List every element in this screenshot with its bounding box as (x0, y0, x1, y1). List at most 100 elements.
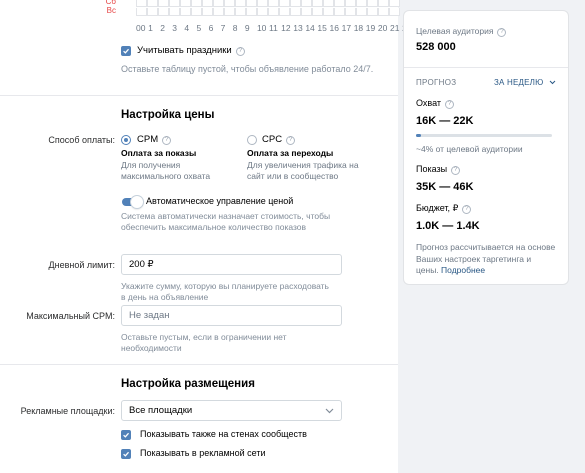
schedule-cell[interactable] (312, 8, 323, 16)
schedule-cell[interactable] (290, 8, 301, 16)
schedule-cell[interactable] (158, 0, 169, 7)
hour-label: 17 (341, 23, 352, 33)
schedule-cell[interactable] (235, 0, 246, 7)
schedule-cell[interactable] (257, 8, 268, 16)
schedule-cell[interactable] (356, 8, 367, 16)
schedule-hint: Оставьте таблицу пустой, чтобы объявлени… (121, 64, 374, 74)
audience-value: 528 000 (416, 41, 456, 53)
schedule-cell[interactable] (323, 8, 334, 16)
schedule-cell[interactable] (169, 8, 180, 16)
schedule-cell[interactable] (378, 8, 389, 16)
hour-label: 19 (365, 23, 376, 33)
schedule-cell[interactable] (334, 0, 345, 7)
schedule-cell[interactable] (224, 0, 235, 7)
schedule-cell[interactable] (301, 8, 312, 16)
more-link[interactable]: Подробнее (441, 265, 485, 275)
schedule-cell[interactable] (389, 0, 400, 7)
schedule-cell[interactable] (356, 0, 367, 7)
hour-label: 16 (329, 23, 339, 33)
schedule-cell[interactable] (290, 0, 301, 7)
schedule-cell[interactable] (169, 0, 180, 7)
reach-label: Охват? (416, 98, 455, 109)
daily-limit-label: Дневной лимит: (48, 260, 115, 270)
help-icon[interactable]: ? (462, 204, 472, 214)
schedule-cell[interactable] (202, 8, 213, 16)
period-select[interactable]: ЗА НЕДЕЛЮ (494, 78, 556, 87)
budget-value: 1.0K — 1.4K (416, 220, 480, 232)
divider (0, 364, 398, 365)
schedule-cell[interactable] (323, 0, 334, 7)
schedule-cell[interactable] (136, 0, 147, 7)
platforms-select[interactable]: Все площадки (121, 400, 342, 421)
schedule-cell[interactable] (345, 8, 356, 16)
schedule-cell[interactable] (312, 0, 323, 7)
schedule-cell[interactable] (147, 8, 158, 16)
schedule-cell[interactable] (246, 8, 257, 16)
hour-label: 00 (136, 23, 146, 33)
schedule-cell[interactable] (224, 8, 235, 16)
help-icon[interactable]: ? (445, 99, 455, 109)
help-icon[interactable]: ? (497, 27, 507, 37)
holidays-checkbox[interactable] (121, 46, 131, 56)
forecast-note: Прогноз рассчитывается на основе Ваших н… (416, 242, 556, 275)
schedule-row-sun[interactable] (136, 8, 400, 16)
reach-note: ~4% от целевой аудитории (416, 144, 523, 154)
schedule-cell[interactable] (279, 0, 290, 7)
schedule-cell[interactable] (246, 0, 257, 7)
schedule-cell[interactable] (158, 8, 169, 16)
schedule-cell[interactable] (213, 0, 224, 7)
cpc-option[interactable]: CPC? (262, 134, 296, 145)
schedule-cell[interactable] (257, 0, 268, 7)
schedule-cell[interactable] (180, 8, 191, 16)
price-section-title: Настройка цены (121, 109, 215, 121)
schedule-cell[interactable] (389, 8, 400, 16)
cpc-subtitle: Оплата за переходы (247, 148, 334, 158)
schedule-cell[interactable] (378, 0, 389, 7)
main-content: Сб Вс 00 1 2 3 4 5 6 7 8 9 10 11 12 13 14 15 16 17 18 19 20 2… (0, 0, 424, 473)
schedule-hours: 001234567891011121314151617181920212223 (136, 23, 426, 33)
schedule-cell[interactable] (345, 0, 356, 7)
help-icon[interactable]: ? (451, 165, 461, 175)
platforms-label: Рекламные площадки: (20, 406, 115, 416)
auto-price-toggle[interactable] (122, 196, 143, 208)
schedule-cell[interactable] (367, 0, 378, 7)
check-icon (123, 48, 130, 54)
help-icon[interactable]: ? (286, 135, 296, 145)
impressions-label: Показы? (416, 164, 461, 175)
daily-limit-input[interactable]: 200 ₽ (121, 254, 342, 275)
schedule-row-sat[interactable] (136, 0, 400, 7)
auto-price-label: Автоматическое управление ценой (146, 196, 294, 206)
forecast-label: ПРОГНОЗ (416, 78, 457, 87)
help-icon[interactable]: ? (162, 135, 172, 145)
hour-label: 12 (281, 23, 291, 33)
schedule-cell[interactable] (279, 8, 290, 16)
schedule-cell[interactable] (180, 0, 191, 7)
chevron-down-icon (325, 408, 334, 413)
cpm-subtitle: Оплата за показы (121, 148, 197, 158)
schedule-cell[interactable] (191, 0, 202, 7)
schedule-cell[interactable] (213, 8, 224, 16)
schedule-cell[interactable] (367, 8, 378, 16)
schedule-cell[interactable] (268, 8, 279, 16)
hour-label: 21 (389, 23, 400, 33)
payment-method-label: Способ оплаты: (48, 135, 115, 145)
schedule-cell[interactable] (334, 8, 345, 16)
schedule-cell[interactable] (301, 0, 312, 7)
daily-limit-hint: Укажите сумму, которую вы планируете рас… (121, 281, 329, 302)
schedule-cell[interactable] (202, 0, 213, 7)
cpm-radio[interactable] (121, 135, 131, 145)
cpm-option[interactable]: CPM? (137, 134, 172, 145)
schedule-cell[interactable] (191, 8, 202, 16)
schedule-cell[interactable] (268, 0, 279, 7)
help-icon[interactable]: ? (235, 46, 245, 56)
schedule-cell[interactable] (235, 8, 246, 16)
hour-label: 15 (317, 23, 327, 33)
schedule-cell[interactable] (147, 0, 158, 7)
walls-checkbox[interactable] (121, 430, 131, 440)
cpc-radio[interactable] (247, 135, 257, 145)
schedule-cell[interactable] (136, 8, 147, 16)
network-checkbox[interactable] (121, 449, 131, 459)
divider (0, 95, 398, 96)
check-icon (123, 432, 130, 438)
max-cpm-input[interactable]: Не задан (121, 305, 342, 326)
